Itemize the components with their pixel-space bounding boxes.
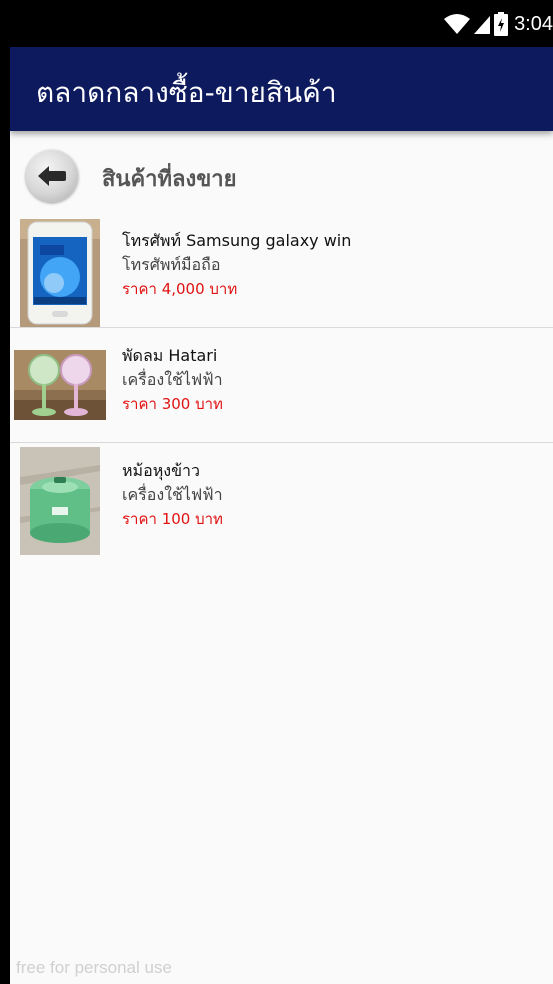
electric-fans-photo xyxy=(14,350,106,420)
battery-icon xyxy=(494,12,509,36)
app-title: ตลาดกลางซื้อ-ขายสินค้า xyxy=(36,76,337,109)
section-header: สินค้าที่ลงขาย xyxy=(10,145,553,207)
status-time: 3:04 xyxy=(514,12,553,35)
product-category: เครื่องใช้ไฟฟ้า xyxy=(122,485,223,504)
smartphone-photo xyxy=(20,219,100,327)
product-info: โทรศัพท์ Samsung galaxy win โทรศัพท์มือถ… xyxy=(122,229,351,301)
product-category: โทรศัพท์มือถือ xyxy=(122,255,221,274)
wifi-icon xyxy=(444,13,471,35)
product-item-rice-cooker[interactable]: หม้อหุงข้าว เครื่องใช้ไฟฟ้า ราคา 100 บาท xyxy=(10,443,553,557)
product-item-phone[interactable]: โทรศัพท์ Samsung galaxy win โทรศัพท์มือถ… xyxy=(10,213,553,328)
product-category: เครื่องใช้ไฟฟ้า xyxy=(122,370,223,389)
watermark: free for personal use xyxy=(16,958,172,977)
product-name: โทรศัพท์ Samsung galaxy win xyxy=(122,231,352,250)
product-item-fan[interactable]: พัดลม Hatari เครื่องใช้ไฟฟ้า ราคา 300 บา… xyxy=(10,328,553,443)
product-price: ราคา 4,000 บาท xyxy=(122,280,238,298)
status-icons: 3:04 xyxy=(444,8,553,40)
product-name: พัดลม Hatari xyxy=(122,346,218,365)
product-price: ราคา 100 บาท xyxy=(122,510,223,528)
back-button[interactable] xyxy=(26,150,78,202)
product-price: ราคา 300 บาท xyxy=(122,395,223,413)
rice-cooker-photo xyxy=(20,447,100,555)
app-bar: ตลาดกลางซื้อ-ขายสินค้า xyxy=(10,47,553,131)
cellular-signal-icon xyxy=(474,14,491,34)
product-info: พัดลม Hatari เครื่องใช้ไฟฟ้า ราคา 300 บา… xyxy=(122,344,223,416)
status-bar: 3:04 xyxy=(10,0,553,47)
section-title: สินค้าที่ลงขาย xyxy=(102,167,237,192)
product-info: หม้อหุงข้าว เครื่องใช้ไฟฟ้า ราคา 100 บาท xyxy=(122,459,223,531)
product-list: โทรศัพท์ Samsung galaxy win โทรศัพท์มือถ… xyxy=(10,213,553,557)
product-name: หม้อหุงข้าว xyxy=(122,461,200,480)
app-screen: 3:04 ตลาดกลางซื้อ-ขายสินค้า สินค้าที่ลงข… xyxy=(10,0,553,984)
